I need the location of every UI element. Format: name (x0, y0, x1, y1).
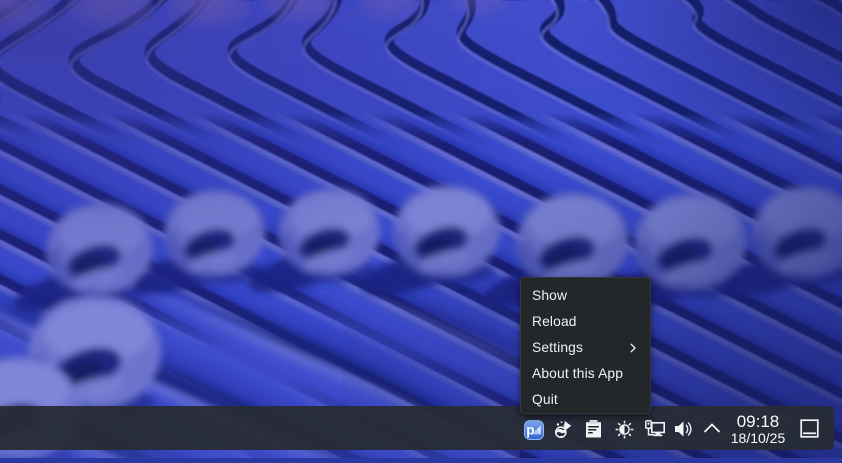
svg-text:p: p (526, 423, 534, 438)
